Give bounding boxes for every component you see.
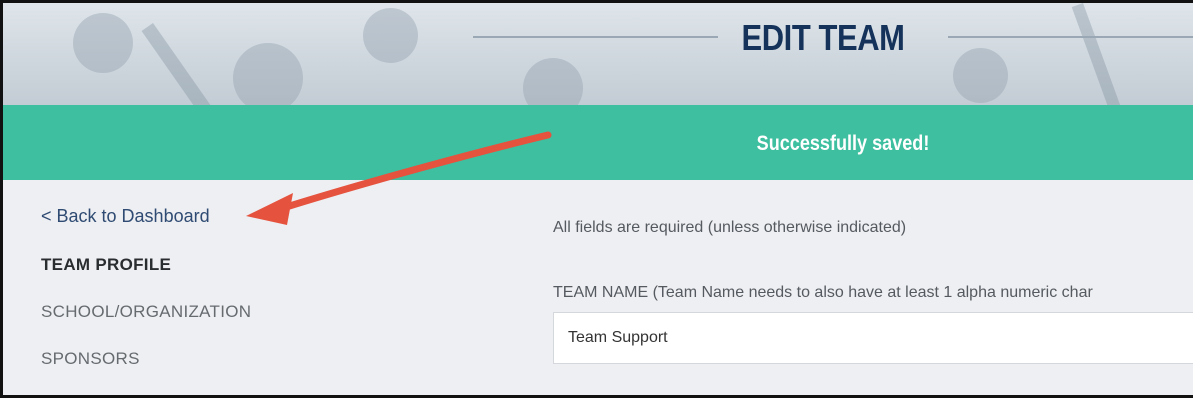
team-name-label: TEAM NAME (Team Name needs to also have … [553,284,1093,301]
required-fields-note: All fields are required (unless otherwis… [553,219,907,236]
sidebar-item-school-organization[interactable]: SCHOOL/ORGANIZATION [41,302,341,322]
edit-team-form: All fields are required (unless otherwis… [553,219,1193,364]
page-title: EDIT TEAM [741,17,905,58]
success-message: Successfully saved! [756,132,930,155]
banner-photo-beam [141,23,245,105]
success-notification: Successfully saved! [3,105,1193,180]
banner-photo-beam [1071,3,1138,105]
header-banner: EDIT TEAM [3,3,1193,105]
back-to-dashboard-link[interactable]: < Back to Dashboard [41,206,341,227]
title-rule-left [473,36,718,38]
banner-photo-figure [73,13,133,73]
sidebar: < Back to Dashboard TEAM PROFILE SCHOOL/… [41,206,341,395]
banner-photo-figure [953,48,1008,103]
sidebar-item-team-profile[interactable]: TEAM PROFILE [41,255,341,275]
banner-photo-figure [363,8,418,63]
app-frame: EDIT TEAM Successfully saved! < Back to … [0,0,1193,398]
sidebar-item-sponsors[interactable]: SPONSORS [41,349,341,369]
banner-photo-figure [523,58,583,105]
title-rule-right [948,36,1193,38]
banner-photo-figure [233,43,303,105]
team-name-input[interactable] [553,312,1193,364]
